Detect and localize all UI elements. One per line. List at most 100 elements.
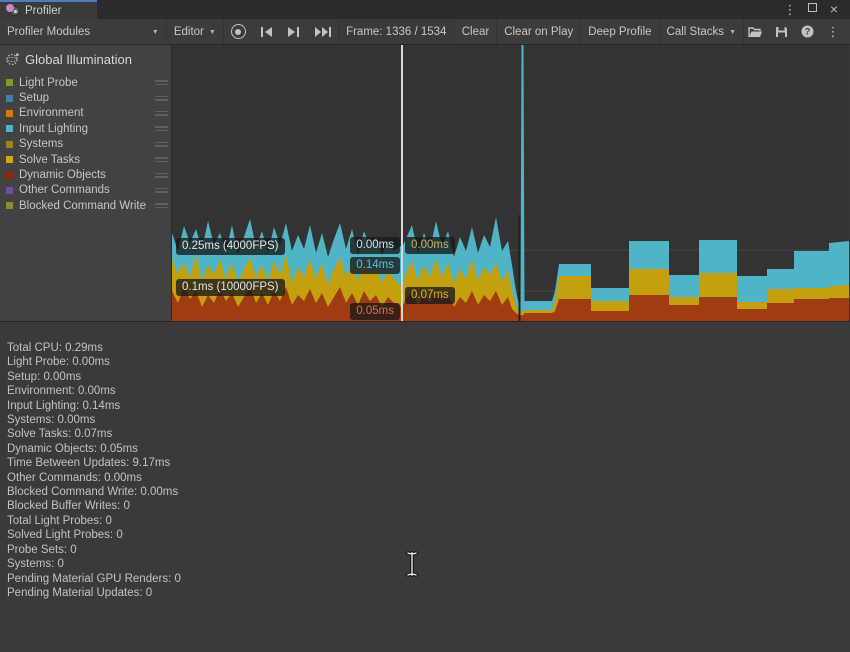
selected-frame-value-label: 0.00ms [405, 237, 455, 254]
drag-handle-icon[interactable] [155, 80, 168, 85]
series-color-swatch [6, 156, 13, 163]
legend-label: Input Lighting [19, 123, 155, 135]
chevron-down-icon: ▼ [209, 29, 216, 36]
next-frame-icon [287, 27, 300, 37]
help-button[interactable]: ? [796, 22, 818, 41]
legend-item-environment[interactable]: Environment [0, 106, 171, 121]
series-color-swatch [6, 125, 13, 132]
legend-item-solve-tasks[interactable]: Solve Tasks [0, 152, 171, 167]
stat-line: Input Lighting: 0.14ms [7, 399, 850, 413]
drag-handle-icon[interactable] [155, 188, 168, 193]
stat-line: Environment: 0.00ms [7, 384, 850, 398]
tab-title: Profiler [25, 5, 61, 17]
current-frame-button[interactable] [307, 19, 339, 44]
tab-profiler[interactable]: Profiler [0, 0, 97, 19]
series-color-swatch [6, 172, 13, 179]
chevron-down-icon: ▼ [152, 29, 159, 36]
legend-item-other-commands[interactable]: Other Commands [0, 183, 171, 198]
current-frame-icon [314, 27, 331, 37]
stat-line: Total Light Probes: 0 [7, 514, 850, 528]
series-color-swatch [6, 202, 13, 209]
selected-frame-value-label: 0.07ms [405, 287, 455, 304]
module-header: Global Illumination [0, 45, 171, 73]
profiler-chart[interactable]: 0.25ms (4000FPS)0.1ms (10000FPS)0.00ms0.… [172, 45, 849, 321]
load-icon [748, 26, 763, 38]
selected-frame-value-label: 0.05ms [350, 303, 400, 320]
prev-frame-icon [260, 27, 273, 37]
legend-item-input-lighting[interactable]: Input Lighting [0, 121, 171, 136]
stat-line: Systems: 0.00ms [7, 413, 850, 427]
record-button[interactable] [224, 19, 253, 44]
legend-label: Setup [19, 92, 155, 104]
frame-counter: Frame: 1336 / 1534 [339, 19, 455, 44]
clear-on-play-toggle[interactable]: Clear on Play [497, 19, 581, 44]
details-panel: Total CPU: 0.29msLight Probe: 0.00msSetu… [0, 321, 850, 652]
series-color-swatch [6, 95, 13, 102]
next-frame-button[interactable] [280, 19, 307, 44]
previous-frame-button[interactable] [253, 19, 280, 44]
legend-item-systems[interactable]: Systems [0, 137, 171, 152]
stat-line: Solve Tasks: 0.07ms [7, 427, 850, 441]
svg-text:?: ? [804, 27, 810, 37]
legend-label: Solve Tasks [19, 154, 155, 166]
stat-line: Pending Material GPU Renders: 0 [7, 572, 850, 586]
stat-line: Pending Material Updates: 0 [7, 586, 850, 600]
stat-line: Time Between Updates: 9.17ms [7, 456, 850, 470]
stat-line: Light Probe: 0.00ms [7, 355, 850, 369]
stat-line: Blocked Command Write: 0.00ms [7, 485, 850, 499]
clear-button[interactable]: Clear [455, 19, 497, 44]
legend-item-blocked-command-write[interactable]: Blocked Command Write [0, 198, 171, 213]
profiler-toolbar: Profiler Modules ▼ Editor ▼ Frame: 1336 [0, 19, 850, 45]
legend-label: Light Probe [19, 77, 155, 89]
frame-stats-list: Total CPU: 0.29msLight Probe: 0.00msSetu… [7, 341, 850, 600]
module-title: Global Illumination [25, 52, 132, 67]
legend-item-dynamic-objects[interactable]: Dynamic Objects [0, 167, 171, 182]
stat-line: Other Commands: 0.00ms [7, 471, 850, 485]
selected-frame-value-label: 0.00ms [350, 237, 400, 254]
legend-label: Dynamic Objects [19, 169, 155, 181]
call-stacks-dropdown[interactable]: Call Stacks ▼ [660, 19, 744, 44]
profiler-icon [6, 4, 21, 17]
dotted-sphere-icon [6, 53, 19, 66]
close-icon[interactable]: × [826, 0, 842, 19]
drag-handle-icon[interactable] [155, 203, 168, 208]
stat-line: Total CPU: 0.29ms [7, 341, 850, 355]
drag-handle-icon[interactable] [155, 142, 168, 147]
load-profile-button[interactable] [744, 22, 766, 41]
module-area: Global Illumination Light Probe Setup Envi… [0, 45, 850, 321]
text-cursor-icon [405, 551, 419, 577]
title-bar: Profiler ⋮ × [0, 0, 850, 19]
help-icon: ? [801, 25, 814, 38]
stat-line: Dynamic Objects: 0.05ms [7, 442, 850, 456]
stat-line: Blocked Buffer Writes: 0 [7, 499, 850, 513]
series-color-swatch [6, 187, 13, 194]
series-color-swatch [6, 141, 13, 148]
drag-handle-icon[interactable] [155, 157, 168, 162]
series-color-swatch [6, 79, 13, 86]
stat-line: Solved Light Probes: 0 [7, 528, 850, 542]
module-sidebar: Global Illumination Light Probe Setup Envi… [0, 45, 172, 321]
profiler-modules-dropdown[interactable]: Profiler Modules ▼ [0, 19, 167, 44]
deep-profile-toggle[interactable]: Deep Profile [581, 19, 659, 44]
save-icon [775, 26, 788, 38]
legend-label: Environment [19, 107, 155, 119]
selected-frame-value-label: 0.14ms [350, 257, 400, 274]
drag-handle-icon[interactable] [155, 173, 168, 178]
stat-line: Setup: 0.00ms [7, 370, 850, 384]
maximize-icon[interactable] [804, 0, 820, 19]
window-menu-icon[interactable]: ⋮ [782, 3, 798, 16]
drag-handle-icon[interactable] [155, 126, 168, 131]
save-profile-button[interactable] [770, 22, 792, 41]
legend-item-light-probe[interactable]: Light Probe [0, 75, 171, 90]
grid-scale-label: 0.25ms (4000FPS) [176, 238, 285, 255]
editor-target-dropdown[interactable]: Editor ▼ [167, 19, 224, 44]
stat-line: Systems: 0 [7, 557, 850, 571]
legend-label: Other Commands [19, 184, 155, 196]
drag-handle-icon[interactable] [155, 111, 168, 116]
legend-label: Blocked Command Write [19, 200, 155, 212]
legend-item-setup[interactable]: Setup [0, 90, 171, 105]
drag-handle-icon[interactable] [155, 96, 168, 101]
context-menu-button[interactable]: ⋮ [822, 22, 844, 41]
stat-line: Probe Sets: 0 [7, 543, 850, 557]
legend-label: Systems [19, 138, 155, 150]
